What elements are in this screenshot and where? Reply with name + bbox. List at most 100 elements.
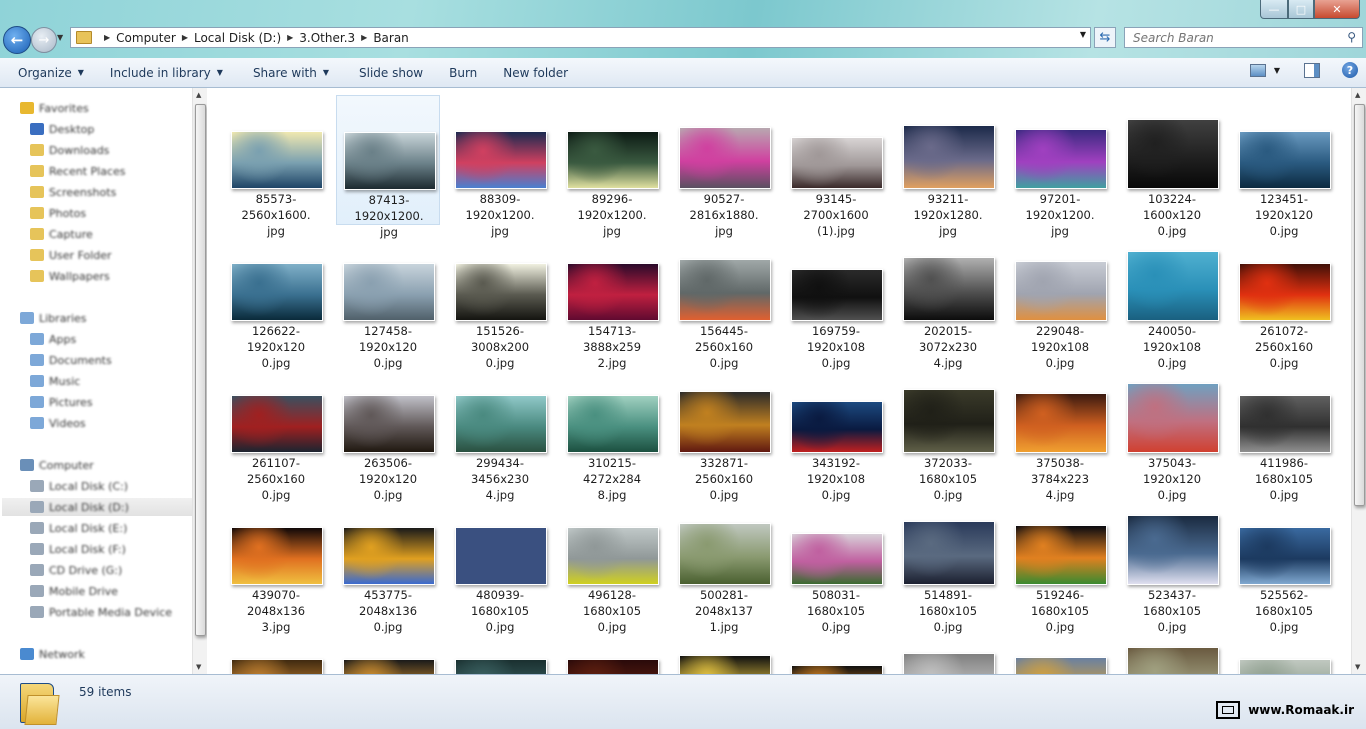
- file-item[interactable]: [224, 623, 328, 674]
- image-thumbnail[interactable]: [567, 395, 659, 453]
- image-thumbnail[interactable]: [231, 527, 323, 585]
- maximize-button[interactable]: □: [1288, 0, 1314, 19]
- file-item[interactable]: 299434-3456x230 4.jpg: [448, 359, 552, 502]
- image-thumbnail[interactable]: [1127, 515, 1219, 585]
- image-thumbnail[interactable]: [679, 655, 771, 674]
- image-thumbnail[interactable]: [903, 521, 995, 585]
- file-item[interactable]: 508031-1680x105 0.jpg: [784, 491, 888, 634]
- file-item[interactable]: 310215-4272x284 8.jpg: [560, 359, 664, 502]
- search-box[interactable]: ⚲: [1124, 27, 1363, 48]
- image-thumbnail[interactable]: [343, 395, 435, 453]
- file-item[interactable]: 375043-1920x120 0.jpg: [1120, 359, 1224, 502]
- image-thumbnail[interactable]: [567, 659, 659, 674]
- file-item[interactable]: [672, 623, 776, 674]
- include-in-library-button[interactable]: Include in library ▼: [110, 66, 237, 80]
- file-item[interactable]: 500281-2048x137 1.jpg: [672, 491, 776, 634]
- image-thumbnail[interactable]: [791, 665, 883, 674]
- scroll-down-icon[interactable]: ▼: [196, 663, 201, 671]
- file-item[interactable]: 90527-2816x1880. jpg: [672, 95, 776, 238]
- sidebar-item[interactable]: Local Disk (E:): [30, 519, 127, 537]
- file-item[interactable]: 87413-1920x1200. jpg: [336, 95, 440, 239]
- image-thumbnail[interactable]: [1239, 263, 1331, 321]
- change-view-icon[interactable]: [1249, 63, 1266, 77]
- refresh-button[interactable]: ⇆: [1094, 27, 1116, 48]
- sidebar-item[interactable]: Libraries: [20, 309, 87, 327]
- image-thumbnail[interactable]: [1015, 129, 1107, 189]
- file-item[interactable]: [336, 623, 440, 674]
- preview-pane-icon[interactable]: [1304, 62, 1320, 78]
- image-thumbnail[interactable]: [903, 257, 995, 321]
- file-item[interactable]: 519246-1680x105 0.jpg: [1008, 491, 1112, 634]
- image-thumbnail[interactable]: [343, 263, 435, 321]
- file-item[interactable]: 453775-2048x136 0.jpg: [336, 491, 440, 634]
- image-thumbnail[interactable]: [455, 395, 547, 453]
- image-thumbnail[interactable]: [455, 263, 547, 321]
- file-item[interactable]: [1008, 623, 1112, 674]
- sidebar-item[interactable]: User Folder: [30, 246, 112, 264]
- file-item[interactable]: 261072-2560x160 0.jpg: [1232, 227, 1336, 370]
- search-input[interactable]: [1131, 29, 1335, 46]
- scroll-down-icon[interactable]: ▼: [1355, 663, 1360, 671]
- content-scrollbar[interactable]: ▲ ▼: [1351, 88, 1366, 674]
- file-item[interactable]: 263506-1920x120 0.jpg: [336, 359, 440, 502]
- image-thumbnail[interactable]: [679, 523, 771, 585]
- image-thumbnail[interactable]: [903, 389, 995, 453]
- scroll-up-icon[interactable]: ▲: [1355, 91, 1360, 99]
- file-item[interactable]: 240050-1920x108 0.jpg: [1120, 227, 1224, 370]
- image-thumbnail[interactable]: [231, 395, 323, 453]
- image-thumbnail[interactable]: [679, 259, 771, 321]
- file-item[interactable]: [1120, 623, 1224, 674]
- image-thumbnail[interactable]: [1127, 251, 1219, 321]
- file-item[interactable]: 332871-2560x160 0.jpg: [672, 359, 776, 502]
- sidebar-item[interactable]: Photos: [30, 204, 86, 222]
- file-item[interactable]: 439070-2048x136 3.jpg: [224, 491, 328, 634]
- image-thumbnail[interactable]: [1127, 119, 1219, 189]
- file-item[interactable]: 525562-1680x105 0.jpg: [1232, 491, 1336, 634]
- image-thumbnail[interactable]: [903, 653, 995, 674]
- organize-button[interactable]: Organize ▼: [18, 66, 98, 80]
- slide-show-button[interactable]: Slide show: [359, 66, 437, 80]
- file-item[interactable]: 93211-1920x1280. jpg: [896, 95, 1000, 238]
- image-thumbnail[interactable]: [231, 659, 323, 674]
- image-thumbnail[interactable]: [567, 131, 659, 189]
- image-thumbnail[interactable]: [1239, 395, 1331, 453]
- file-item[interactable]: 151526-3008x200 0.jpg: [448, 227, 552, 370]
- file-item[interactable]: 127458-1920x120 0.jpg: [336, 227, 440, 370]
- file-item[interactable]: 89296-1920x1200. jpg: [560, 95, 664, 238]
- image-thumbnail[interactable]: [455, 527, 547, 585]
- file-item[interactable]: 85573-2560x1600. jpg: [224, 95, 328, 238]
- sidebar-item[interactable]: Capture: [30, 225, 93, 243]
- burn-button[interactable]: Burn: [449, 66, 491, 80]
- file-item[interactable]: 156445-2560x160 0.jpg: [672, 227, 776, 370]
- file-item[interactable]: [560, 623, 664, 674]
- image-thumbnail[interactable]: [455, 131, 547, 189]
- help-icon[interactable]: ?: [1342, 62, 1358, 78]
- file-item[interactable]: [896, 623, 1000, 674]
- image-thumbnail[interactable]: [1239, 527, 1331, 585]
- forward-button[interactable]: →: [31, 27, 57, 53]
- scroll-thumb[interactable]: [195, 104, 206, 636]
- sidebar-item[interactable]: Favorites: [20, 99, 89, 117]
- file-item[interactable]: 372033-1680x105 0.jpg: [896, 359, 1000, 502]
- image-thumbnail[interactable]: [567, 263, 659, 321]
- file-item[interactable]: 88309-1920x1200. jpg: [448, 95, 552, 238]
- sidebar-item[interactable]: Wallpapers: [30, 267, 110, 285]
- image-thumbnail[interactable]: [231, 131, 323, 189]
- sidebar-item[interactable]: Local Disk (D:): [2, 498, 192, 516]
- sidebar-item[interactable]: Recent Places: [30, 162, 126, 180]
- breadcrumb-computer[interactable]: Computer: [116, 31, 176, 45]
- image-thumbnail[interactable]: [791, 533, 883, 585]
- image-thumbnail[interactable]: [791, 269, 883, 321]
- sidebar-item[interactable]: Downloads: [30, 141, 109, 159]
- file-item[interactable]: 375038-3784x223 4.jpg: [1008, 359, 1112, 502]
- file-item[interactable]: 496128-1680x105 0.jpg: [560, 491, 664, 634]
- file-item[interactable]: 523437-1680x105 0.jpg: [1120, 491, 1224, 634]
- navigation-scrollbar[interactable]: ▲ ▼: [192, 88, 207, 674]
- scroll-thumb[interactable]: [1354, 104, 1365, 506]
- image-thumbnail[interactable]: [1015, 393, 1107, 453]
- image-thumbnail[interactable]: [1239, 131, 1331, 189]
- sidebar-item[interactable]: Screenshots: [30, 183, 116, 201]
- image-thumbnail[interactable]: [679, 127, 771, 189]
- back-button[interactable]: ←: [3, 26, 31, 54]
- scroll-up-icon[interactable]: ▲: [196, 91, 201, 99]
